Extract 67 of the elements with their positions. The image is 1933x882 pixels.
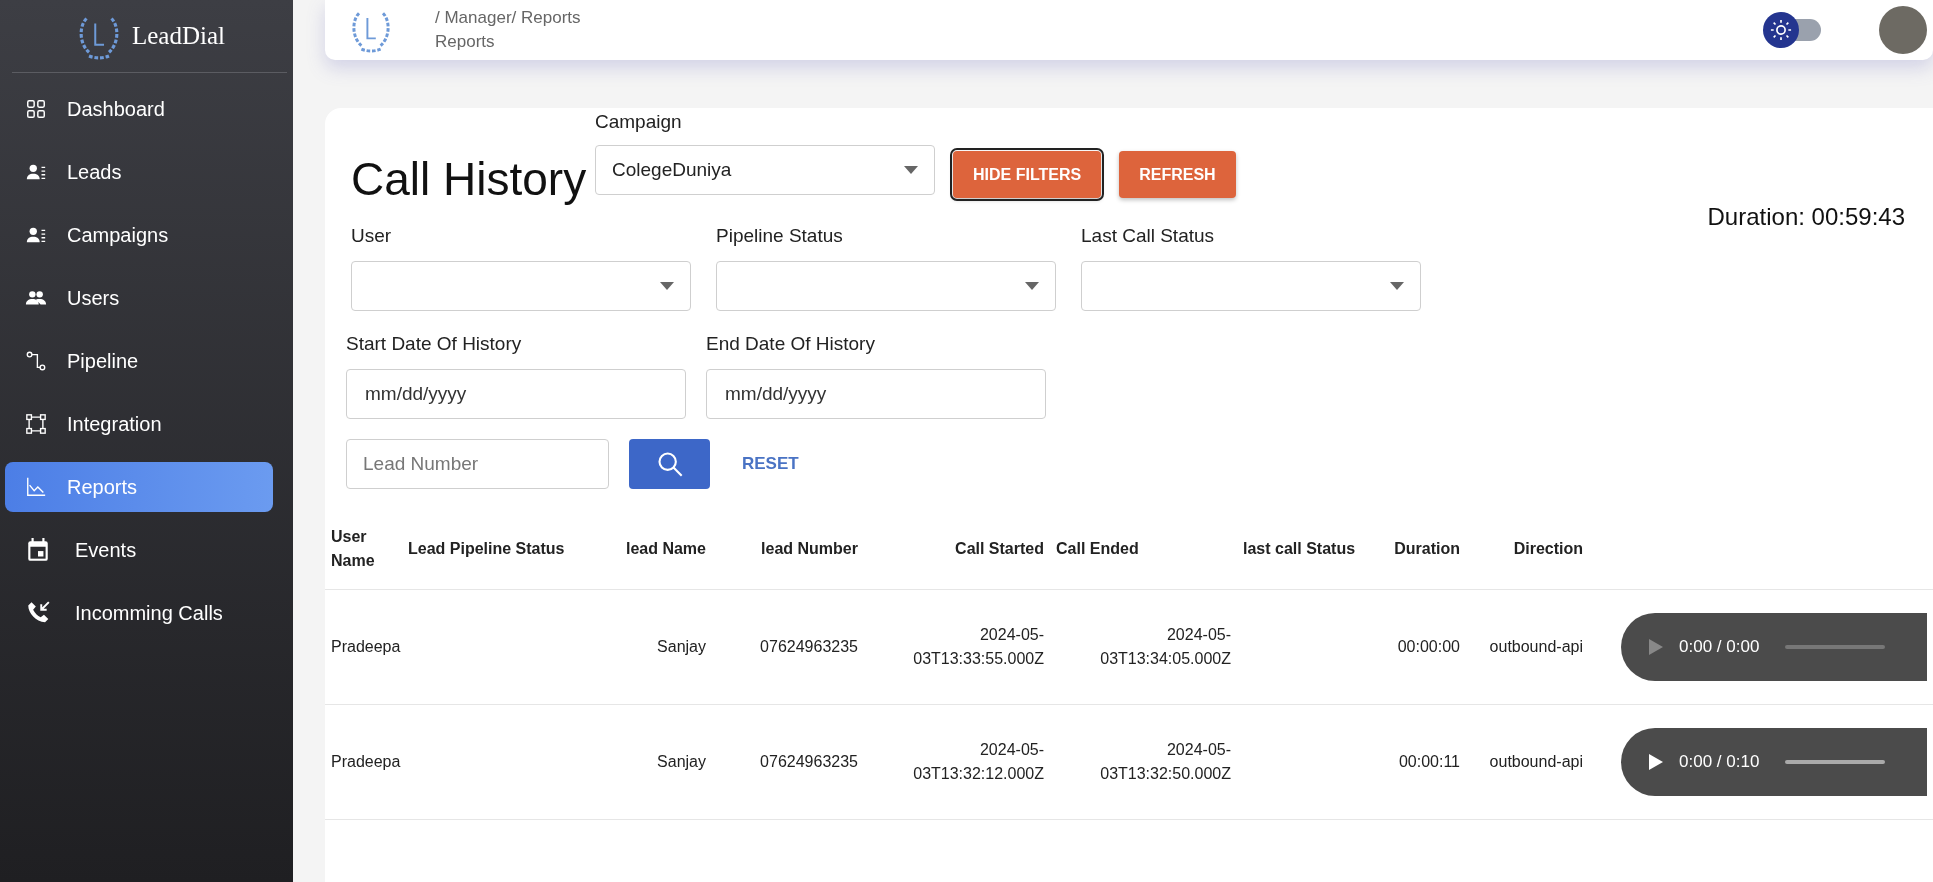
sidebar-item[interactable]: Dashboard	[5, 84, 273, 134]
sidebar-item[interactable]: Pipeline	[5, 336, 273, 386]
table-cell-text: 07624963235	[760, 752, 858, 772]
action-button[interactable]: REFRESH	[1119, 151, 1236, 198]
table-cell-text: Pradeepa	[331, 752, 401, 772]
date-field[interactable]: mm/dd/yyyy	[706, 369, 1046, 419]
sidebar-item[interactable]: Events	[5, 525, 273, 575]
column-header: Lead Pipeline Status	[402, 509, 584, 590]
campaign-select[interactable]: ColegeDuniya	[595, 145, 935, 195]
page-heading: Call History	[351, 152, 588, 206]
sidebar-item[interactable]: Leads	[5, 147, 273, 197]
field-label: Campaign	[595, 111, 683, 133]
table-cell-text: 07624963235	[760, 637, 858, 657]
column-header: Direction	[1466, 509, 1589, 590]
field-label: End Date Of History	[706, 333, 876, 355]
page-title: Reports	[435, 32, 496, 52]
chart-icon	[25, 476, 47, 498]
table-cell-text: 2024-05-03T13:32:50.000Z	[1099, 740, 1231, 784]
search-button[interactable]	[629, 439, 710, 489]
pipeline-icon	[25, 350, 47, 372]
column-header: Duration	[1387, 509, 1466, 590]
sun-icon	[1770, 19, 1792, 41]
field-label: Start Date Of History	[346, 333, 523, 355]
theme-toggle[interactable]	[1763, 11, 1823, 49]
column-header: Call Started	[864, 509, 1050, 590]
dropdown-caret-icon	[1390, 282, 1404, 290]
table-cell-text: Sanjay	[657, 752, 706, 772]
table-cell-text: 2024-05-03T13:32:12.000Z	[912, 740, 1044, 784]
grid-icon	[25, 98, 47, 120]
audio-player[interactable]: 0:00 / 0:10	[1621, 728, 1927, 796]
sidebar-item[interactable]: Users	[5, 273, 273, 323]
column-header: Call Ended	[1050, 509, 1237, 590]
dropdown-caret-icon	[660, 282, 674, 290]
audio-time: 0:00 / 0:10	[1679, 751, 1760, 774]
sidebar-item[interactable]: Integration	[5, 399, 273, 449]
avatar[interactable]	[1879, 6, 1927, 54]
field-label: Last Call Status	[1081, 225, 1216, 247]
date-field[interactable]: mm/dd/yyyy	[346, 369, 686, 419]
reset-link[interactable]: RESET	[742, 454, 799, 474]
sidebar-item[interactable]: Campaigns	[5, 210, 273, 260]
action-button[interactable]: HIDE FILTERS	[953, 151, 1102, 198]
sidebar-item[interactable]: Incomming Calls	[5, 588, 273, 638]
table-cell-text: 00:00:11	[1398, 752, 1460, 772]
table-cell-text: 2024-05-03T13:34:05.000Z	[1099, 625, 1231, 669]
table-cell-text: Pradeepa	[331, 637, 401, 657]
play-icon[interactable]	[1649, 754, 1663, 770]
table-cell-text: Sanjay	[657, 637, 706, 657]
brand-name: LeadDial	[132, 22, 225, 50]
table-cell-text: 2024-05-03T13:33:55.000Z	[912, 625, 1044, 669]
audio-time: 0:00 / 0:00	[1679, 636, 1760, 659]
integration-icon	[25, 413, 47, 435]
table-cell-text: outbound-api	[1489, 637, 1583, 657]
column-header: lead Number	[712, 509, 864, 590]
table-cell-text: 00:00:00	[1397, 637, 1460, 657]
dropdown-caret-icon	[1025, 282, 1039, 290]
calendar-icon	[25, 537, 51, 563]
total-duration: Duration: 00:59:43	[1707, 203, 1906, 231]
search-icon	[655, 450, 684, 478]
field-label: Pipeline Status	[716, 225, 844, 247]
breadcrumb: / Manager/ Reports	[435, 8, 581, 28]
dropdown-caret-icon	[904, 166, 918, 174]
column-header: last call Status	[1237, 509, 1387, 590]
column-header: User Name	[325, 509, 402, 590]
field-label: User	[351, 225, 393, 247]
table-cell-text: outbound-api	[1489, 752, 1583, 772]
column-header: lead Name	[584, 509, 712, 590]
lead-number-field[interactable]: Lead Number	[346, 439, 609, 489]
